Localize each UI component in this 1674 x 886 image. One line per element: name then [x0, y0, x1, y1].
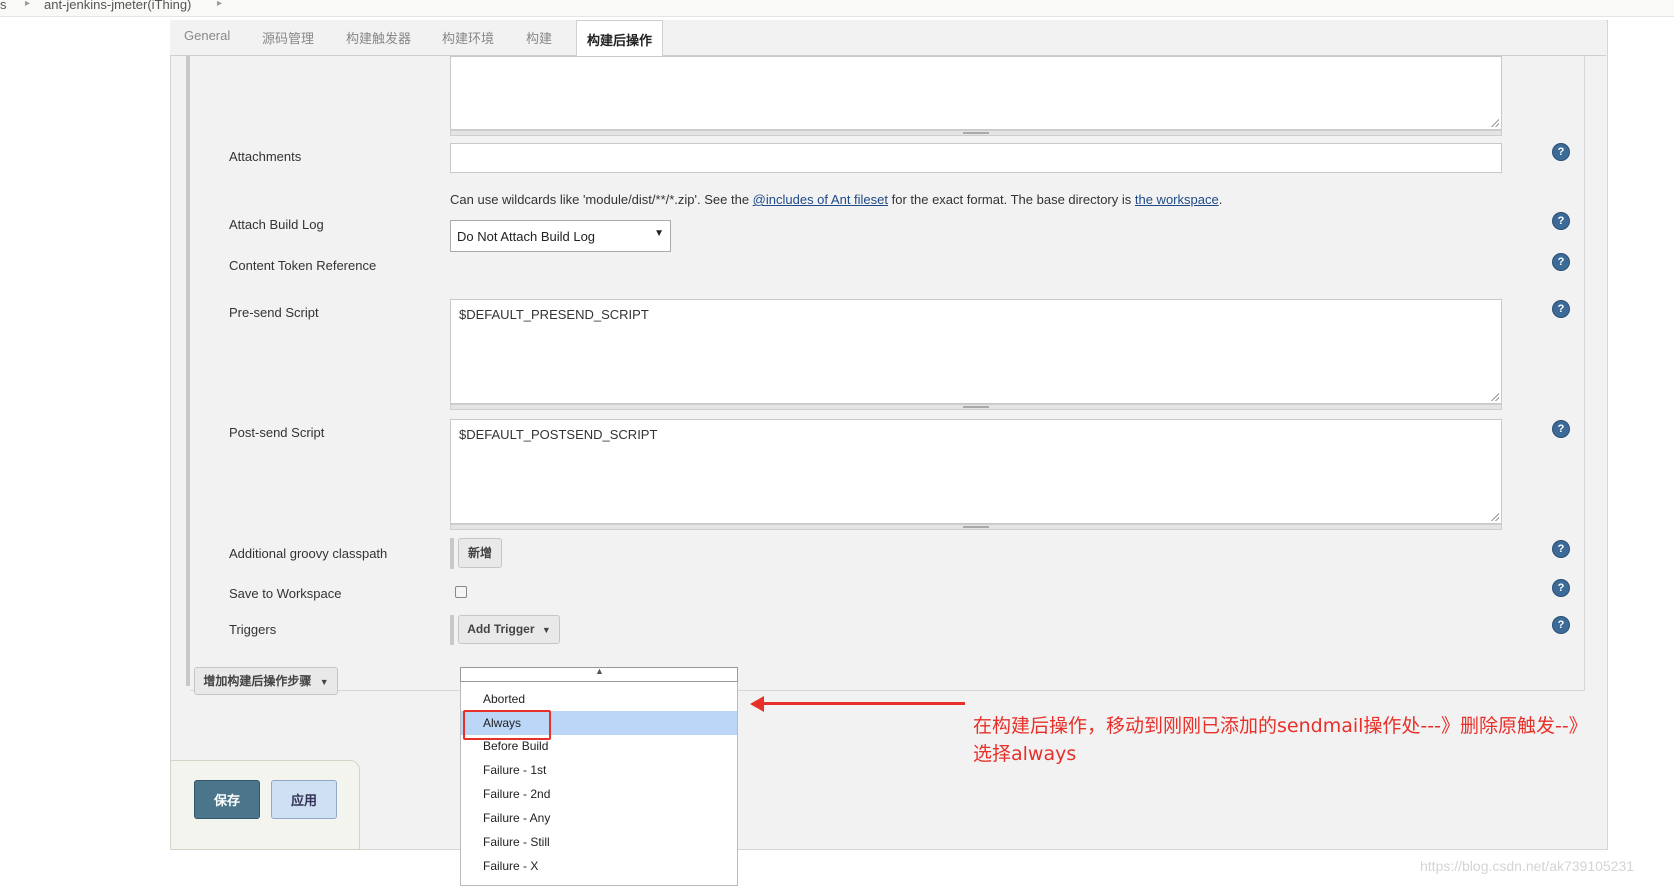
dropdown-scroll-up[interactable]: ▲ [460, 666, 738, 682]
content-token-label: Content Token Reference [229, 258, 377, 273]
help-icon[interactable]: ? [1553, 580, 1569, 596]
help-icon[interactable]: ? [1553, 421, 1569, 437]
triggers-label: Triggers [229, 622, 277, 637]
textarea-resize-bar[interactable] [450, 404, 1502, 410]
content-textarea[interactable] [450, 56, 1502, 130]
menu-item-failure-1st[interactable]: Failure - 1st [461, 758, 737, 782]
menu-item-failure-still[interactable]: Failure - Still [461, 830, 737, 854]
tab-build[interactable]: 构建 [526, 28, 552, 47]
button-stripe [450, 538, 454, 569]
postsend-script-label: Post-send Script [229, 425, 325, 440]
attachments-input[interactable] [450, 143, 1502, 173]
postsend-script-value: $DEFAULT_POSTSEND_SCRIPT [459, 427, 658, 442]
menu-item-label: Failure - 1st [483, 763, 547, 777]
tab-build-environment[interactable]: 构建环境 [442, 28, 494, 47]
presend-script-textarea[interactable]: $DEFAULT_PRESEND_SCRIPT [450, 299, 1502, 404]
save-workspace-checkbox[interactable] [455, 586, 467, 598]
annotation-line: 在构建后操作，移动到刚刚已添加的sendmail操作处---》删除原触发--》 [973, 715, 1588, 737]
help-icon[interactable]: ? [1553, 541, 1569, 557]
add-post-build-step-label: 增加构建后操作步骤 [203, 674, 312, 688]
menu-item-failure-2nd[interactable]: Failure - 2nd [461, 782, 737, 806]
save-button[interactable]: 保存 [194, 780, 260, 819]
tab-bar: General 源码管理 构建触发器 构建环境 构建 构建后操作 [170, 20, 1606, 56]
breadcrumb: s ▸ ant-jenkins-jmeter(iThing) ▸ [0, 0, 1674, 17]
breadcrumb-item[interactable]: s [0, 0, 7, 12]
resize-grip-icon[interactable] [1491, 513, 1499, 521]
menu-item-failure-x[interactable]: Failure - X [461, 854, 737, 878]
hint-text: Can use wildcards like 'module/dist/**/*… [450, 192, 753, 207]
breadcrumb-item-project[interactable]: ant-jenkins-jmeter(iThing) [44, 0, 191, 12]
annotation-text: 在构建后操作，移动到刚刚已添加的sendmail操作处---》删除原触发--》 … [973, 712, 1673, 768]
help-icon[interactable]: ? [1553, 617, 1569, 633]
chevron-right-icon: ▸ [217, 0, 223, 9]
tab-scm[interactable]: 源码管理 [262, 28, 314, 47]
add-classpath-button[interactable]: 新增 [458, 538, 502, 568]
attach-build-log-label: Attach Build Log [229, 217, 324, 232]
caret-down-icon: ▼ [541, 625, 551, 635]
tab-general[interactable]: General [184, 28, 230, 43]
help-icon[interactable]: ? [1553, 213, 1569, 229]
highlight-box [463, 710, 551, 740]
annotation-arrow-line [760, 702, 965, 705]
menu-item-label: Aborted [483, 692, 526, 706]
presend-script-value: $DEFAULT_PRESEND_SCRIPT [459, 307, 649, 322]
workspace-link[interactable]: the workspace [1135, 192, 1219, 207]
help-icon[interactable]: ? [1553, 254, 1569, 270]
presend-script-label: Pre-send Script [229, 305, 319, 320]
menu-item-label: Before Build [483, 739, 549, 753]
save-workspace-label: Save to Workspace [229, 586, 342, 601]
attach-build-log-value: Do Not Attach Build Log [457, 229, 596, 244]
ant-fileset-link[interactable]: @includes of Ant fileset [753, 192, 888, 207]
hint-text: for the exact format. The base directory… [888, 192, 1135, 207]
caret-up-icon: ▲ [595, 666, 604, 676]
caret-down-icon: ▼ [319, 677, 329, 687]
arrow-left-icon [750, 696, 764, 712]
help-icon[interactable]: ? [1553, 144, 1569, 160]
attachments-label: Attachments [229, 149, 302, 164]
apply-button[interactable]: 应用 [271, 780, 337, 819]
menu-item-aborted[interactable]: Aborted [461, 687, 737, 711]
resize-grip-icon[interactable] [1491, 393, 1499, 401]
button-stripe [450, 615, 454, 645]
help-icon[interactable]: ? [1553, 301, 1569, 317]
attach-build-log-select[interactable]: Do Not Attach Build Log ▼ [450, 220, 671, 252]
add-trigger-label: Add Trigger [467, 622, 535, 636]
add-post-build-step-button[interactable]: 增加构建后操作步骤 ▼ [194, 667, 338, 695]
watermark: https://blog.csdn.net/ak739105231 [1420, 858, 1635, 874]
hint-text: . [1218, 192, 1223, 207]
attachments-hint: Can use wildcards like 'module/dist/**/*… [450, 192, 1222, 207]
textarea-resize-bar[interactable] [450, 130, 1502, 136]
menu-item-label: Failure - X [483, 859, 539, 873]
tab-post-build-actions[interactable]: 构建后操作 [576, 20, 664, 56]
menu-item-label: Failure - 2nd [483, 787, 551, 801]
caret-down-icon: ▼ [654, 228, 664, 239]
postsend-script-textarea[interactable]: $DEFAULT_POSTSEND_SCRIPT [450, 419, 1502, 524]
groovy-classpath-label: Additional groovy classpath [229, 546, 388, 561]
tab-build-triggers[interactable]: 构建触发器 [346, 28, 411, 47]
annotation-line: 选择always [973, 743, 1077, 765]
resize-grip-icon[interactable] [1491, 119, 1499, 127]
textarea-resize-bar[interactable] [450, 524, 1502, 530]
chevron-right-icon: ▸ [25, 0, 31, 9]
menu-item-label: Failure - Any [483, 811, 551, 825]
menu-item-label: Failure - Still [483, 835, 550, 849]
add-trigger-button[interactable]: Add Trigger ▼ [458, 615, 560, 644]
menu-item-failure-any[interactable]: Failure - Any [461, 806, 737, 830]
